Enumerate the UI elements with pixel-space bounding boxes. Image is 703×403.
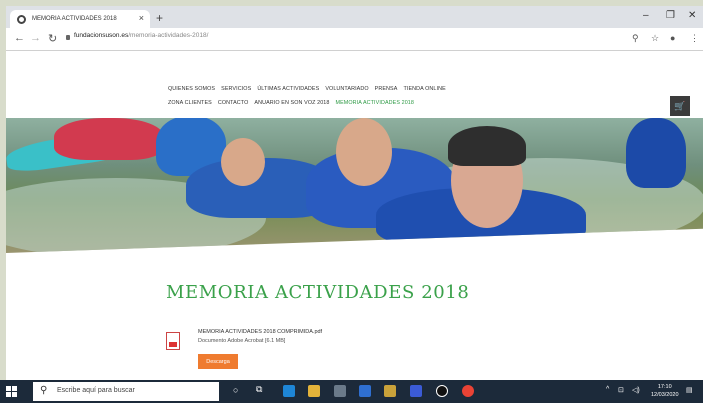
nav-item-prensa[interactable]: PRENSA bbox=[375, 86, 398, 92]
file-name-link[interactable]: MEMORIA ACTIVIDADES 2018 COMPRIMIDA.pdf bbox=[198, 329, 322, 335]
zoom-icon[interactable]: ⚲ bbox=[632, 33, 639, 44]
volume-icon[interactable]: ◁) bbox=[632, 386, 640, 394]
tab-close-button[interactable]: × bbox=[139, 13, 144, 23]
browser-toolbar: ← → ↻ fundacionsuson.es/memoria-activida… bbox=[6, 28, 703, 51]
download-button[interactable]: Descarga bbox=[198, 354, 238, 369]
taskbar-search-placeholder: Escribe aquí para buscar bbox=[57, 387, 135, 394]
store-icon[interactable] bbox=[334, 385, 346, 397]
file-explorer-icon[interactable] bbox=[308, 385, 320, 397]
task-view-icon[interactable]: ⧉ bbox=[256, 384, 262, 395]
face bbox=[336, 118, 392, 186]
file-meta: Documento Adobe Acrobat [6.1 MB] bbox=[198, 338, 286, 344]
edge-icon[interactable] bbox=[283, 385, 295, 397]
nav-item-tienda-online[interactable]: TIENDA ONLINE bbox=[403, 86, 445, 92]
nav-item-contacto[interactable]: CONTACTO bbox=[218, 100, 249, 106]
app-icon[interactable] bbox=[410, 385, 422, 397]
nav-row-2: ZONA CLIENTES CONTACTO ANUARIO EN SON VO… bbox=[168, 100, 508, 106]
tray-chevron-icon[interactable]: ^ bbox=[606, 386, 609, 393]
close-window-button[interactable]: ✕ bbox=[688, 10, 696, 21]
wetsuit-person bbox=[626, 118, 686, 188]
search-icon: ⚲ bbox=[40, 385, 48, 396]
nav-item-servicios[interactable]: SERVICIOS bbox=[221, 86, 251, 92]
bookmark-star-icon[interactable]: ☆ bbox=[651, 33, 659, 44]
main-navigation: QUIENES SOMOS SERVICIOS ÚLTIMAS ACTIVIDA… bbox=[168, 86, 508, 114]
new-tab-button[interactable]: + bbox=[156, 11, 163, 25]
cart-icon[interactable]: 🛒 bbox=[670, 96, 690, 116]
face bbox=[221, 138, 265, 186]
web-page: QUIENES SOMOS SERVICIOS ÚLTIMAS ACTIVIDA… bbox=[6, 51, 703, 380]
page-title: MEMORIA ACTIVIDADES 2018 bbox=[166, 282, 470, 303]
browser-tab[interactable]: MEMORIA ACTIVIDADES 2018 × bbox=[10, 10, 150, 28]
minimize-button[interactable]: – bbox=[643, 10, 649, 21]
cortana-icon[interactable]: ○ bbox=[233, 385, 238, 395]
tab-strip: MEMORIA ACTIVIDADES 2018 × + – ❐ ✕ bbox=[6, 6, 703, 28]
pdf-file-icon bbox=[166, 332, 180, 350]
address-bar[interactable]: fundacionsuson.es/memoria-actividades-20… bbox=[74, 32, 208, 39]
nav-item-ultimas-actividades[interactable]: ÚLTIMAS ACTIVIDADES bbox=[257, 86, 319, 92]
windows-start-icon[interactable] bbox=[6, 386, 17, 397]
reload-icon[interactable]: ↻ bbox=[48, 32, 57, 45]
nav-item-quienes-somos[interactable]: QUIENES SOMOS bbox=[168, 86, 215, 92]
nav-item-anuario[interactable]: ANUARIO EN SON VOZ 2018 bbox=[254, 100, 329, 106]
tab-title: MEMORIA ACTIVIDADES 2018 bbox=[32, 16, 117, 22]
beanie-hat bbox=[448, 126, 526, 166]
chrome-icon[interactable] bbox=[462, 385, 474, 397]
nav-item-memoria-actividades[interactable]: MEMORIA ACTIVIDADES 2018 bbox=[336, 100, 415, 106]
maximize-button[interactable]: ❐ bbox=[666, 10, 675, 21]
app-icon[interactable] bbox=[384, 385, 396, 397]
wetsuit-person bbox=[54, 118, 164, 160]
url-host: fundacionsuson.es bbox=[74, 32, 129, 39]
forward-icon[interactable]: → bbox=[30, 32, 41, 44]
lock-icon bbox=[66, 35, 70, 40]
back-icon[interactable]: ← bbox=[14, 32, 25, 44]
app-icon[interactable] bbox=[436, 385, 448, 397]
network-icon[interactable]: ⊡ bbox=[618, 386, 624, 394]
taskbar-search-box[interactable]: ⚲ Escribe aquí para buscar bbox=[33, 382, 219, 401]
clock-time: 17:10 bbox=[657, 384, 672, 390]
menu-dots-icon[interactable]: ⋮ bbox=[690, 33, 699, 44]
url-path: /memoria-actividades-2018/ bbox=[128, 32, 209, 39]
taskbar-clock[interactable]: 17:10 12/03/2020 bbox=[651, 383, 679, 399]
clock-date: 12/03/2020 bbox=[651, 392, 679, 398]
windows-taskbar: ⚲ Escribe aquí para buscar ○ ⧉ ^ ⊡ ◁) 17… bbox=[0, 380, 703, 403]
nav-item-voluntariado[interactable]: VOLUNTARIADO bbox=[325, 86, 368, 92]
profile-icon[interactable]: ● bbox=[670, 33, 675, 43]
nav-item-zona-clientes[interactable]: ZONA CLIENTES bbox=[168, 100, 212, 106]
nav-row-1: QUIENES SOMOS SERVICIOS ÚLTIMAS ACTIVIDA… bbox=[168, 86, 508, 92]
browser-window: MEMORIA ACTIVIDADES 2018 × + – ❐ ✕ ← → ↻… bbox=[6, 6, 703, 380]
favicon-icon bbox=[17, 14, 26, 24]
mail-icon[interactable] bbox=[359, 385, 371, 397]
notification-icon[interactable]: ▤ bbox=[686, 386, 693, 394]
hero-image bbox=[6, 118, 703, 253]
